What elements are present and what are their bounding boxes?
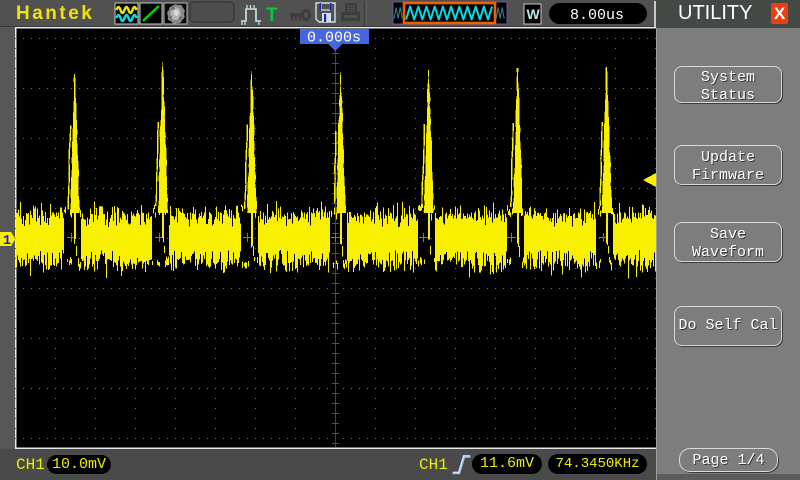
svg-text:8.00us: 8.00us — [570, 7, 624, 24]
svg-text:0.000s: 0.000s — [307, 30, 361, 47]
svg-text:1: 1 — [3, 234, 11, 248]
svg-text:T: T — [266, 5, 278, 26]
svg-text:W: W — [527, 6, 541, 22]
